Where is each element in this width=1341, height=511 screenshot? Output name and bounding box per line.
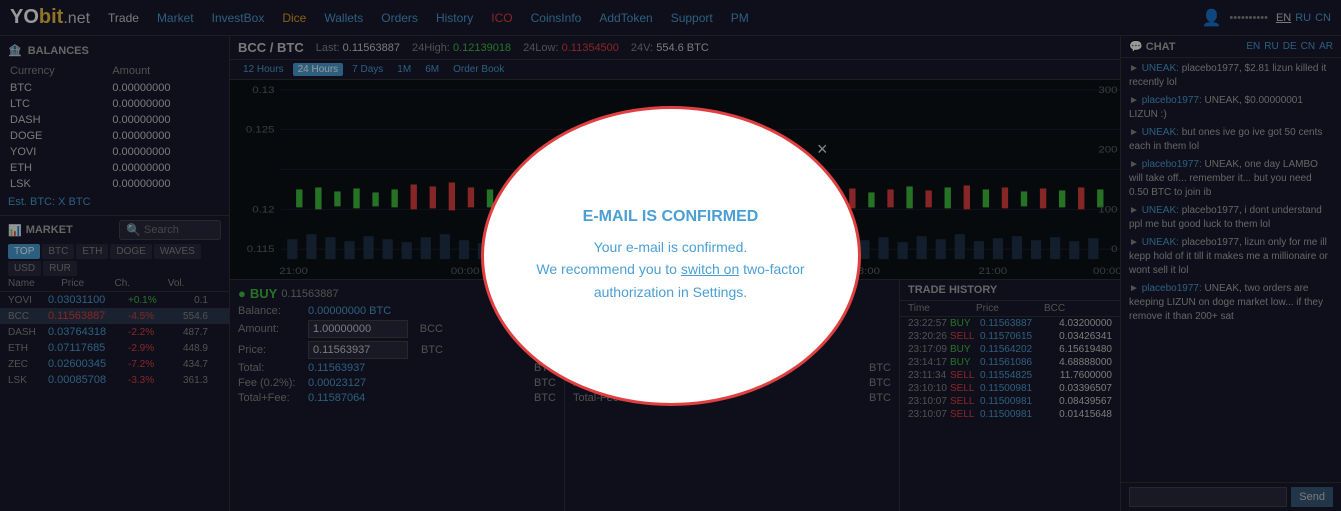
modal-title: E-MAIL IS CONFIRMED bbox=[583, 208, 759, 226]
modal-close-button[interactable]: × bbox=[817, 139, 828, 160]
modal-body: Your e-mail is confirmed. We recommend y… bbox=[514, 236, 828, 303]
modal-switch-link[interactable]: switch on bbox=[681, 261, 739, 277]
modal-line2: We recommend you to switch on two-factor… bbox=[514, 258, 828, 303]
modal-box: × E-MAIL IS CONFIRMED Your e-mail is con… bbox=[481, 106, 861, 406]
modal-line1: Your e-mail is confirmed. bbox=[514, 236, 828, 258]
modal-overlay[interactable]: × E-MAIL IS CONFIRMED Your e-mail is con… bbox=[0, 0, 1341, 511]
